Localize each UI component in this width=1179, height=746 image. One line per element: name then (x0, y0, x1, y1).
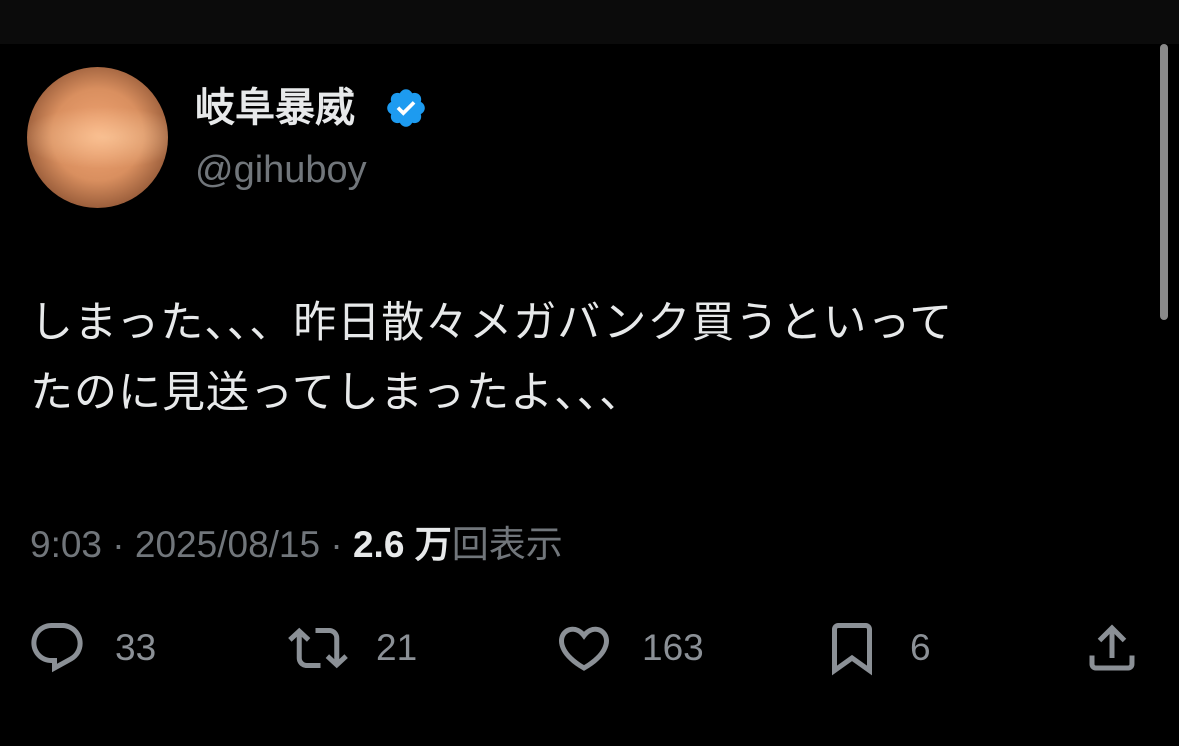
bookmark-button[interactable]: 6 (822, 618, 931, 678)
retweet-button[interactable]: 21 (288, 618, 417, 678)
retweet-count: 21 (376, 627, 418, 668)
views-count: 2.6 万 (352, 524, 452, 565)
bookmark-icon (832, 623, 872, 676)
top-bar (0, 0, 1179, 44)
retweet-icon (288, 627, 348, 669)
reply-button[interactable]: 33 (27, 618, 156, 678)
user-handle[interactable]: @gihuboy (195, 146, 367, 194)
avatar[interactable] (27, 67, 168, 208)
like-count: 163 (642, 627, 704, 668)
tweet-text-line-1: しまった、、、昨日散々メガバンク買うといって (30, 299, 954, 347)
reply-icon (31, 623, 83, 673)
tweet-meta: 9:03 · 2025/08/15 · 2.6 万回表示 (30, 522, 563, 568)
share-icon (1089, 624, 1135, 671)
tweet-time[interactable]: 9:03 (30, 524, 102, 565)
tweet-date[interactable]: 2025/08/15 (135, 524, 320, 565)
tweet-text-line-2: たのに見送ってしまったよ、、、 (30, 369, 644, 417)
bookmark-count: 6 (910, 627, 931, 668)
like-button[interactable]: 163 (554, 618, 704, 678)
share-button[interactable] (1082, 618, 1142, 678)
meta-separator: · (102, 524, 135, 565)
display-name[interactable]: 岐阜暴威 (195, 84, 355, 132)
tweet-text: しまった、、、昨日散々メガバンク買うといって たのに見送ってしまったよ、、、 (30, 288, 1150, 428)
verified-badge-icon[interactable] (384, 86, 428, 130)
views-label: 回表示 (451, 524, 563, 565)
meta-separator: · (320, 524, 353, 565)
scrollbar[interactable] (1160, 44, 1168, 320)
heart-icon (558, 626, 610, 671)
reply-count: 33 (115, 627, 157, 668)
